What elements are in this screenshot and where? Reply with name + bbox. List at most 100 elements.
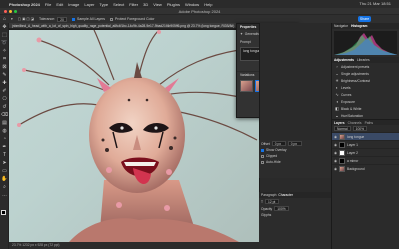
menu-items: File Edit Image Layer Type Select Filter 3D View… [45, 2, 218, 7]
tab-properties[interactable]: Properties [240, 25, 256, 29]
adjustment-item[interactable]: ◐ Levels [332, 84, 399, 91]
more-tool-icon[interactable]: … [0, 191, 9, 199]
menu-item[interactable]: Layer [84, 2, 94, 7]
adjustment-label: Exposure [341, 99, 355, 104]
tab-paragraph[interactable]: Paragraph [261, 193, 276, 197]
pen-tool-icon[interactable]: ✒ [0, 143, 9, 151]
eyedropper-tool-icon[interactable]: ✎ [0, 71, 9, 79]
blend-mode-select[interactable]: Normal [334, 126, 351, 131]
tab-character[interactable]: Character [278, 193, 292, 197]
layer-thumbnail [339, 149, 345, 156]
menu-item[interactable]: View [153, 2, 162, 7]
tab-glyphs[interactable]: Glyphs [261, 213, 271, 217]
adjustment-icon: ☀ [335, 78, 339, 83]
document-tab[interactable]: jnbmilbnd_A_head_with_a_lot_of_spin_high… [9, 23, 259, 29]
status-bar: 23.7% 1232 px x 928 px (72 ppi) [9, 242, 259, 249]
history-tool-icon[interactable]: ↺ [0, 103, 9, 111]
eye-icon[interactable]: ◉ [334, 143, 337, 147]
single-adjustments-toggle[interactable]: ⌄ Single adjustments [332, 70, 399, 77]
menu-item[interactable]: Help [204, 2, 212, 7]
hand-tool-icon[interactable]: ✋ [0, 175, 9, 183]
adjustment-label: Curves [341, 92, 352, 97]
adjustment-item[interactable]: ☀ Brightness/Contrast [332, 77, 399, 84]
offset-y-input[interactable]: 0 px [287, 141, 302, 146]
tab-histogram[interactable]: Histogram [351, 24, 367, 28]
dodge-tool-icon[interactable]: ◔ [0, 135, 9, 143]
adjustment-presets-toggle[interactable]: › Adjustment presets [332, 63, 399, 70]
clipped-label: Clipped [266, 154, 278, 158]
blur-tool-icon[interactable]: ◍ [0, 127, 9, 135]
tab-channels[interactable]: Channels [348, 121, 362, 125]
variation-thumbnail[interactable] [240, 80, 253, 92]
eye-icon[interactable]: ◉ [334, 167, 337, 171]
tab-adjustments[interactable]: Adjustments [334, 58, 354, 62]
protect-foreground-checkbox[interactable]: Protect Foreground Color [110, 17, 155, 21]
zoom-tool-icon[interactable]: ⌕ [0, 183, 9, 191]
tab-navigator[interactable]: Navigator [334, 24, 348, 28]
gradient-tool-icon[interactable]: ▤ [0, 119, 9, 127]
layer-row[interactable]: ◉ long tongue [332, 132, 399, 140]
opacity-label: Opacity [261, 206, 273, 211]
image-canvas[interactable] [9, 30, 259, 242]
adjustment-item[interactable]: ◒ Hue/Saturation [332, 112, 399, 119]
menu-item[interactable]: Plugins [167, 2, 180, 7]
font-size-input[interactable]: 12 pt [265, 199, 280, 204]
layer-row[interactable]: ◉ Layer 2 [332, 148, 399, 156]
frame-tool-icon[interactable]: ⊠ [0, 63, 9, 71]
menu-item[interactable]: Filter [129, 2, 138, 7]
adjustment-icon: ◧ [335, 106, 339, 111]
adjustment-item[interactable]: ◑ Exposure [332, 98, 399, 105]
tools-panel: ✥ ⬚ ➰ ✧ ⌗ ⊠ ✎ ✚ ✐ ⎔ ↺ ⌫ ▤ ◍ ◔ ✒ T ➤ ▭ ✋ ⌕… [0, 23, 9, 249]
menu-item[interactable]: File [45, 2, 51, 7]
layer-thumbnail [339, 157, 345, 164]
opacity-input[interactable]: 100% [274, 206, 289, 211]
layer-row[interactable]: ◉ Layer 1 [332, 140, 399, 148]
menu-item[interactable]: Type [99, 2, 108, 7]
type-tool-icon[interactable]: T [0, 151, 9, 159]
adjustment-icon: ∿ [335, 92, 339, 97]
tolerance-input[interactable]: 20 [57, 16, 68, 22]
tab-layers-panel[interactable]: Layers [334, 121, 345, 125]
foreground-color-swatch[interactable] [1, 210, 6, 215]
path-tool-icon[interactable]: ➤ [0, 159, 9, 167]
adjustment-item[interactable]: ◧ Black & White [332, 105, 399, 112]
layer-name: Layer 1 [347, 142, 358, 147]
layer-row[interactable]: ◉ Background [332, 164, 399, 172]
marquee-tool-icon[interactable]: ⬚ [0, 31, 9, 39]
share-button[interactable]: Share [358, 16, 371, 22]
eraser-tool-icon[interactable]: ⌫ [0, 111, 9, 119]
layer-thumbnail [339, 141, 345, 148]
lasso-tool-icon[interactable]: ➰ [0, 39, 9, 47]
selection-mode-icons[interactable]: ▢ ▣ ◫ ◪ [18, 17, 34, 21]
crop-tool-icon[interactable]: ⌗ [0, 55, 9, 63]
eye-icon[interactable]: ◉ [334, 159, 337, 163]
menu-item[interactable]: 3D [143, 2, 148, 7]
shape-tool-icon[interactable]: ▭ [0, 167, 9, 175]
layer-name: Background [347, 166, 365, 171]
menu-item[interactable]: Select [113, 2, 124, 7]
tolerance-label: Tolerance: [38, 17, 56, 21]
menu-item[interactable]: Window [185, 2, 199, 7]
adjustment-item[interactable]: ∿ Curves [332, 91, 399, 98]
tab-libraries[interactable]: Libraries [357, 58, 370, 62]
heal-tool-icon[interactable]: ✚ [0, 79, 9, 87]
menu-item[interactable]: Edit [56, 2, 63, 7]
tool-preset-icon[interactable]: ▾ [11, 17, 13, 21]
auto-hide-label: Auto-Hide [266, 160, 281, 164]
tab-paths[interactable]: Paths [365, 121, 373, 125]
chevron-right-icon: › [336, 64, 338, 69]
move-tool-icon[interactable]: ✥ [0, 23, 9, 31]
offset-x-input[interactable]: 0 px [271, 141, 286, 146]
eye-icon[interactable]: ◉ [334, 135, 337, 139]
wand-tool-icon[interactable]: ✧ [0, 47, 9, 55]
app-menu[interactable]: Photoshop 2024 [9, 2, 40, 7]
layer-row[interactable]: ◉ a mirror [332, 156, 399, 164]
stamp-tool-icon[interactable]: ⎔ [0, 95, 9, 103]
eye-icon[interactable]: ◉ [334, 151, 337, 155]
menu-item[interactable]: Image [68, 2, 79, 7]
home-icon[interactable]: ⌂ [3, 16, 6, 22]
brush-tool-icon[interactable]: ✐ [0, 87, 9, 95]
layer-opacity-input[interactable]: 100% [352, 126, 368, 131]
sample-all-layers-checkbox[interactable]: Sample All Layers [72, 17, 105, 21]
auto-hide-checkbox[interactable]: Auto-Hide [259, 159, 331, 165]
